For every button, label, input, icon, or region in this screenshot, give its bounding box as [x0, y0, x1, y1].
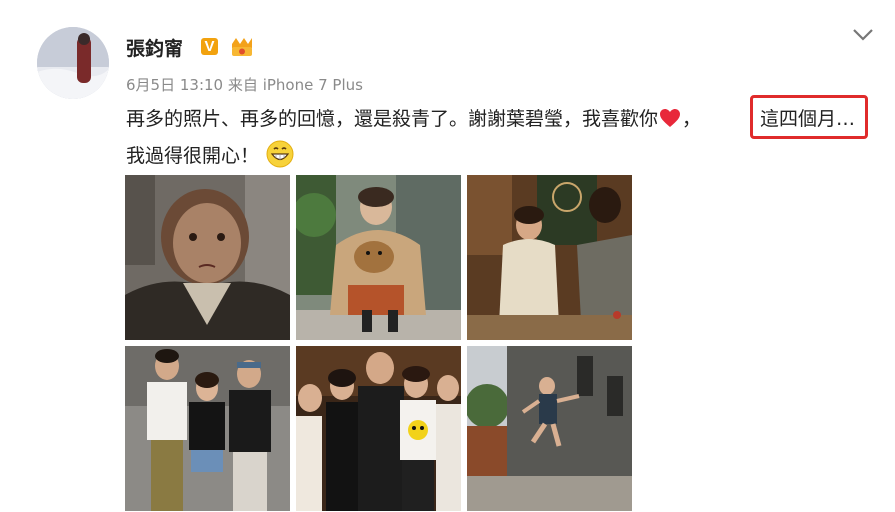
- post-meta: 6月5日 13:10 来自 iPhone 7 Plus: [126, 74, 363, 95]
- post-text-line-2: 我過得很開心！: [126, 139, 295, 169]
- post-text: 再多的照片、再多的回憶，還是殺青了。謝謝葉碧瑩，我喜歡你: [126, 108, 659, 130]
- grin-emoji: [265, 139, 295, 169]
- photo-thumbnail[interactable]: [125, 346, 290, 511]
- chevron-down-icon[interactable]: [851, 26, 875, 44]
- avatar[interactable]: [37, 27, 109, 99]
- post-text-2: 我過得很開心！: [126, 145, 260, 167]
- post-text-line-1: 再多的照片、再多的回憶，還是殺青了。謝謝葉碧瑩，我喜歡你 ，: [126, 104, 701, 131]
- post-source-prefix: 来自: [227, 76, 258, 94]
- post-source[interactable]: iPhone 7 Plus: [263, 76, 363, 94]
- photo-thumbnail[interactable]: [296, 175, 461, 340]
- read-more-link[interactable]: 這四個月…: [760, 104, 855, 131]
- photo-thumbnail[interactable]: [467, 175, 632, 340]
- heart-emoji: [659, 108, 681, 128]
- photo-thumbnail[interactable]: [296, 346, 461, 511]
- author-name[interactable]: 張鈞甯: [126, 34, 183, 61]
- post-text-comma: ，: [682, 108, 702, 130]
- verified-badge: V: [201, 38, 218, 55]
- vip-badge-icon: [229, 36, 255, 58]
- photo-thumbnail[interactable]: [125, 175, 290, 340]
- post-time[interactable]: 13:10: [180, 76, 223, 94]
- post-date[interactable]: 6月5日: [126, 76, 175, 94]
- photo-thumbnail[interactable]: [467, 346, 632, 511]
